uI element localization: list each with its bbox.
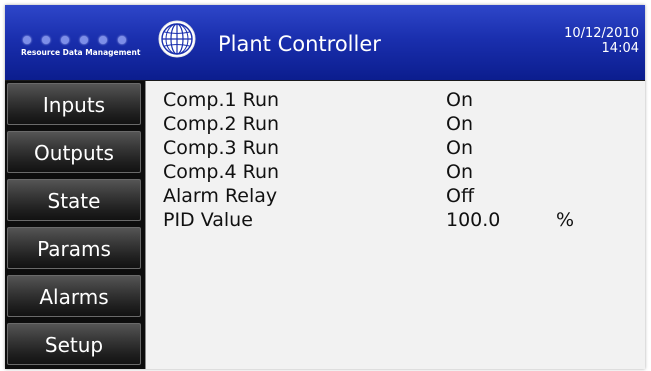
- alarms-button[interactable]: Alarms: [7, 275, 141, 317]
- row-label: Comp.2 Run: [163, 113, 280, 135]
- logo-dot: [42, 36, 50, 44]
- globe-icon: [158, 20, 196, 58]
- logo-dot: [23, 36, 31, 44]
- date-display: 10/12/2010: [564, 26, 639, 41]
- datetime-display: 10/12/2010 14:04: [559, 26, 639, 56]
- logo-dot: [99, 36, 107, 44]
- state-button[interactable]: State: [7, 179, 141, 221]
- params-button[interactable]: Params: [7, 227, 141, 269]
- logo-dots: [23, 36, 126, 44]
- outputs-panel: Comp.1 Run On Comp.2 Run On Comp.3 Run O…: [145, 81, 645, 369]
- row-label: PID Value: [163, 209, 253, 231]
- sidebar-nav: Inputs Outputs State Params Alarms Setup: [5, 81, 145, 369]
- row-unit: %: [556, 209, 575, 231]
- page-title: Plant Controller: [218, 32, 381, 56]
- header-bar: Resource Data Management Plant Controlle…: [5, 5, 645, 80]
- row-value: On: [446, 161, 473, 183]
- logo-dot: [118, 36, 126, 44]
- row-value: On: [446, 113, 473, 135]
- row-label: Alarm Relay: [163, 185, 278, 207]
- controller-screen: Resource Data Management Plant Controlle…: [5, 5, 645, 369]
- row-value: On: [446, 89, 473, 111]
- row-label: Comp.4 Run: [163, 161, 280, 183]
- time-display: 14:04: [601, 41, 639, 56]
- row-value: On: [446, 137, 473, 159]
- row-value: Off: [446, 185, 475, 207]
- logo-dot: [80, 36, 88, 44]
- inputs-button[interactable]: Inputs: [7, 83, 141, 125]
- outputs-button[interactable]: Outputs: [7, 131, 141, 173]
- row-value: 100.0: [446, 209, 501, 231]
- row-label: Comp.1 Run: [163, 89, 280, 111]
- setup-button[interactable]: Setup: [7, 323, 141, 365]
- row-label: Comp.3 Run: [163, 137, 280, 159]
- logo-dot: [61, 36, 69, 44]
- logo-text: Resource Data Management: [21, 48, 141, 57]
